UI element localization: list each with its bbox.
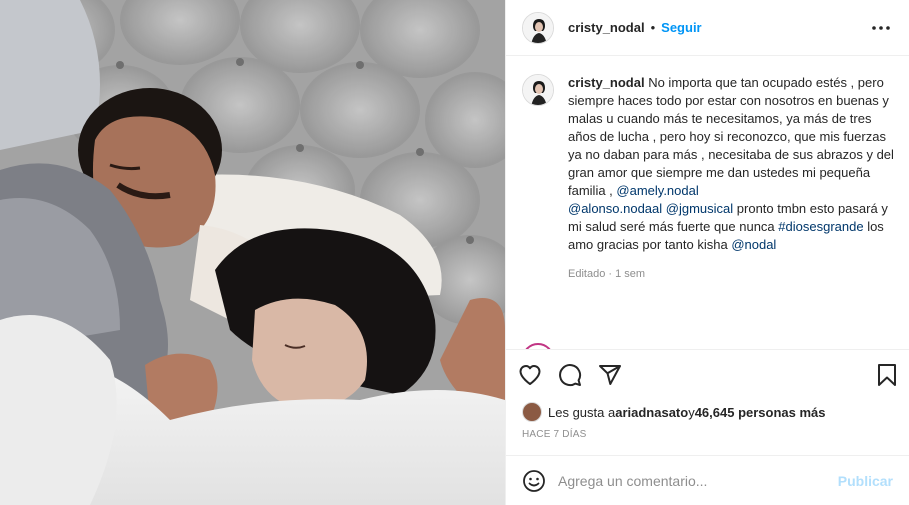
caption-comment: cristy_nodal No importa que tan ocupado …: [522, 74, 894, 280]
publish-button[interactable]: Publicar: [838, 473, 893, 489]
comment-input[interactable]: [558, 472, 838, 489]
likes-summary: Les gusta a ariadnasato y 46,645 persona…: [506, 399, 909, 425]
post-side-panel: cristy_nodal • Seguir cristy_nodal No im…: [505, 0, 909, 505]
avatar-image: [523, 12, 553, 43]
save-button[interactable]: [857, 355, 897, 395]
caption-meta: Editado · 1 sem: [568, 268, 898, 280]
edited-label: Editado: [568, 268, 606, 280]
more-options-icon: [872, 25, 890, 30]
action-bar: [506, 349, 909, 399]
avatar[interactable]: [522, 74, 554, 106]
avatar[interactable]: [522, 11, 554, 44]
caption-username[interactable]: cristy_nodal: [568, 75, 645, 90]
hashtag-link[interactable]: #diosesgrande: [778, 219, 863, 234]
caption-age: 1 sem: [615, 268, 646, 280]
comment-button[interactable]: [558, 355, 598, 395]
liker-avatar[interactable]: [522, 402, 542, 422]
separator-dot: •: [650, 20, 656, 35]
photo-illustration: [0, 0, 505, 505]
emoji-icon[interactable]: [522, 469, 546, 493]
follow-button[interactable]: Seguir: [661, 20, 701, 35]
heart-icon: [519, 364, 541, 385]
comment-icon: [559, 363, 582, 386]
liker-username[interactable]: ariadnasato: [615, 405, 688, 420]
share-button[interactable]: [598, 355, 638, 395]
bookmark-icon: [878, 363, 896, 386]
share-icon: [599, 364, 621, 385]
mention-link[interactable]: @jgmusical: [666, 201, 733, 216]
post-author-username[interactable]: cristy_nodal: [568, 20, 645, 35]
mention-link[interactable]: @nodal: [731, 237, 776, 252]
comments-section: cristy_nodal No importa que tan ocupado …: [506, 56, 909, 349]
likes-prefix: Les gusta a: [548, 404, 616, 420]
next-comment-avatar[interactable]: [522, 343, 554, 349]
more-options-button[interactable]: [869, 16, 893, 40]
post-timestamp[interactable]: HACE 7 DÍAS: [506, 425, 909, 455]
post-photo[interactable]: [0, 0, 505, 505]
add-comment-bar: Publicar: [506, 455, 909, 505]
likes-count[interactable]: 46,645 personas más: [695, 405, 826, 420]
instagram-post: cristy_nodal • Seguir cristy_nodal No im…: [0, 0, 909, 505]
avatar-image: [523, 75, 553, 105]
like-button[interactable]: [518, 355, 558, 395]
caption-text-part: No importa que tan ocupado estés , pero …: [568, 75, 894, 198]
mention-link[interactable]: @alonso.nodaal: [568, 201, 662, 216]
caption-text: cristy_nodal No importa que tan ocupado …: [568, 74, 898, 254]
meta-separator: ·: [605, 268, 616, 280]
mention-link[interactable]: @amely.nodal: [616, 183, 698, 198]
post-header: cristy_nodal • Seguir: [506, 0, 909, 56]
